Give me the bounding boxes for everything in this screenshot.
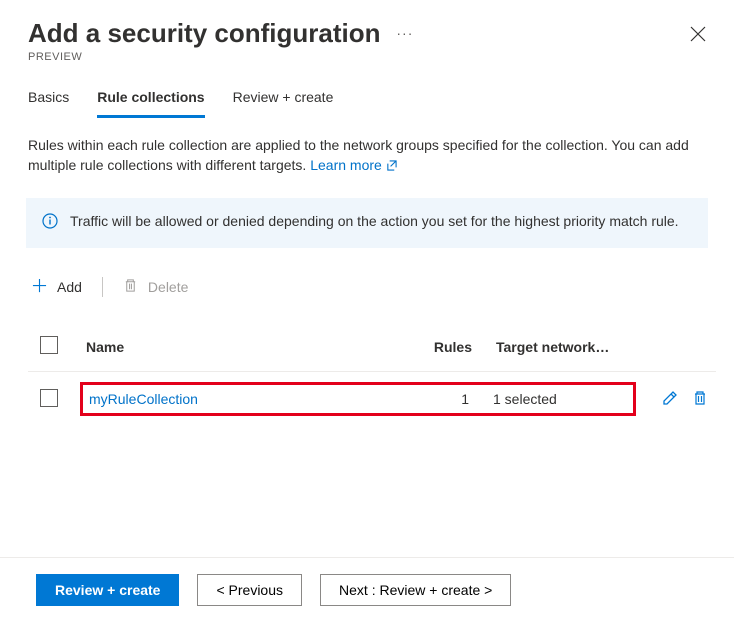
target-networks: 1 selected xyxy=(493,391,633,407)
tab-basics[interactable]: Basics xyxy=(28,89,69,118)
delete-label: Delete xyxy=(148,279,188,295)
info-callout: Traffic will be allowed or denied depend… xyxy=(26,198,708,249)
select-all-checkbox[interactable] xyxy=(40,336,58,354)
action-toolbar: Add Delete xyxy=(0,248,734,298)
learn-more-label: Learn more xyxy=(310,157,382,173)
add-label: Add xyxy=(57,279,82,295)
plus-icon xyxy=(32,278,47,296)
add-button[interactable]: Add xyxy=(28,276,86,298)
delete-button[interactable]: Delete xyxy=(119,276,192,298)
info-text: Traffic will be allowed or denied depend… xyxy=(70,212,679,232)
toolbar-separator xyxy=(102,277,103,297)
edit-icon[interactable] xyxy=(662,390,678,409)
rule-collection-link[interactable]: myRuleCollection xyxy=(89,391,198,407)
tabs: Basics Rule collections Review + create xyxy=(0,71,734,119)
more-icon[interactable]: ··· xyxy=(396,25,413,41)
row-highlight-box: myRuleCollection 1 1 selected xyxy=(80,382,636,416)
previous-button[interactable]: < Previous xyxy=(197,574,302,606)
info-icon xyxy=(42,213,58,235)
delete-row-icon[interactable] xyxy=(692,390,708,409)
external-link-icon xyxy=(386,159,397,173)
next-button[interactable]: Next : Review + create > xyxy=(320,574,511,606)
page-title: Add a security configuration xyxy=(28,18,381,48)
learn-more-link[interactable]: Learn more xyxy=(310,157,396,173)
preview-badge: PREVIEW xyxy=(28,51,706,63)
col-header-target[interactable]: Target network… xyxy=(496,339,636,355)
tab-review-create[interactable]: Review + create xyxy=(233,89,334,118)
tab-rule-collections[interactable]: Rule collections xyxy=(97,89,204,118)
description-text: Rules within each rule collection are ap… xyxy=(0,119,734,176)
close-icon[interactable] xyxy=(690,26,706,45)
table-row: myRuleCollection 1 1 selected xyxy=(28,371,716,426)
table-header-row: Name Rules Target network… xyxy=(28,328,716,371)
panel-header: Add a security configuration ··· PREVIEW xyxy=(0,0,734,71)
trash-icon xyxy=(123,278,138,296)
review-create-button[interactable]: Review + create xyxy=(36,574,179,606)
footer-bar: Review + create < Previous Next : Review… xyxy=(0,557,734,624)
row-checkbox[interactable] xyxy=(40,389,58,407)
col-header-name[interactable]: Name xyxy=(86,339,386,355)
rules-count: 1 xyxy=(383,391,493,407)
rule-collections-table: Name Rules Target network… myRuleCollect… xyxy=(0,298,734,426)
col-header-rules[interactable]: Rules xyxy=(386,339,496,355)
